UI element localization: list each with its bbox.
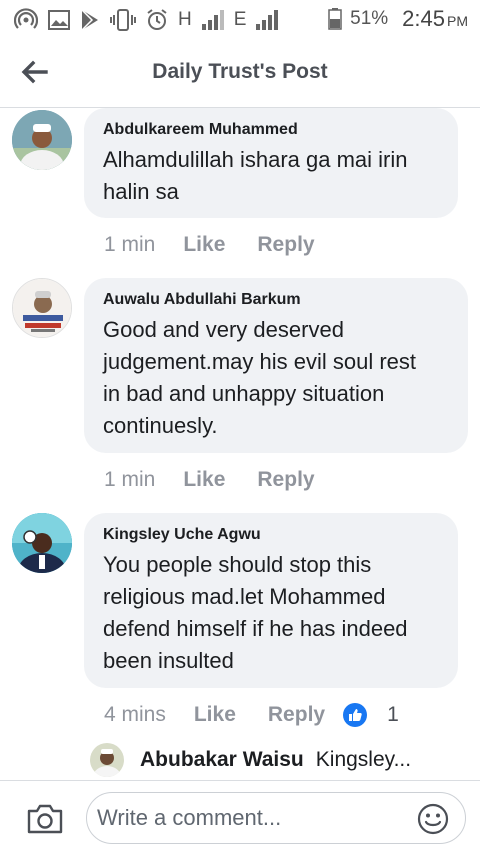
reply-button[interactable]: Reply: [257, 233, 314, 257]
comment-time: 1 min: [104, 233, 156, 256]
emoji-icon: [417, 803, 449, 835]
reply-button[interactable]: Reply: [257, 468, 314, 492]
comment-text-line: defend himself if he has indeed: [103, 616, 408, 641]
status-bar: H E 51% 2:45 PM: [0, 0, 480, 40]
play-store-icon: [81, 9, 98, 31]
status-icons: H E: [14, 8, 279, 32]
comment-bubble[interactable]: Kingsley Uche Agwu You people should sto…: [84, 513, 458, 688]
clock-time: 2:45: [402, 6, 445, 31]
comment-text-line: in bad and unhappy situation: [103, 381, 385, 406]
page-title: Daily Trust's Post: [152, 60, 328, 83]
battery-icon: [328, 8, 342, 30]
avatar[interactable]: [90, 743, 124, 777]
like-button[interactable]: Like: [183, 233, 225, 257]
comment-meta: 1 min Like Reply: [104, 465, 347, 495]
network-e-label: E: [233, 9, 247, 30]
comment-text-line: Alhamdulillah ishara ga mai irin: [103, 147, 408, 172]
comment-author[interactable]: Abdulkareem Muhammed: [103, 120, 440, 140]
avatar[interactable]: [12, 110, 72, 170]
comment-text-line: You people should stop this: [103, 552, 372, 577]
camera-button[interactable]: [26, 803, 64, 835]
comment-input[interactable]: [97, 801, 407, 835]
comment-bubble[interactable]: Abdulkareem Muhammed Alhamdulillah ishar…: [84, 108, 458, 218]
comments-list: Abdulkareem Muhammed Alhamdulillah ishar…: [0, 108, 480, 780]
comment-text-line: halin sa: [103, 179, 179, 204]
like-icon: [343, 703, 368, 727]
reaction-summary[interactable]: 1: [343, 703, 399, 727]
reply-author[interactable]: Abubakar Waisu: [140, 748, 304, 772]
comment-composer: [0, 780, 480, 854]
comment-input-box[interactable]: [86, 792, 466, 844]
comment-meta: 4 mins Like Reply 1: [104, 700, 399, 730]
reaction-count: 1: [387, 703, 399, 726]
comment-text-line: judgement.may his evil soul rest: [103, 349, 417, 374]
vibrate-icon: [110, 9, 136, 31]
comment-meta: 1 min Like Reply: [104, 230, 347, 260]
comment-text: Alhamdulillah ishara ga mai irin halin s…: [103, 144, 440, 208]
camera-icon: [27, 804, 63, 834]
comment-bubble[interactable]: Auwalu Abdullahi Barkum Good and very de…: [84, 278, 468, 453]
reply-snippet: Kingsley...: [315, 748, 412, 771]
signal-icon: [256, 10, 279, 30]
signal-icon: [201, 10, 224, 30]
reply-preview[interactable]: Abubakar Waisu Kingsley...: [90, 742, 411, 778]
reply-button[interactable]: Reply: [268, 703, 325, 727]
battery-percent: 51%: [350, 8, 389, 29]
network-h-label: H: [178, 9, 192, 30]
comment-time: 4 mins: [104, 703, 166, 726]
comment-time: 1 min: [104, 468, 156, 491]
comment-text: Good and very deserved judgement.may his…: [103, 314, 450, 442]
gallery-icon: [48, 10, 70, 30]
emoji-button[interactable]: [417, 803, 449, 835]
comment-text-line: Good and very deserved: [103, 317, 344, 342]
comment-text-line: continuesly.: [103, 413, 218, 438]
avatar[interactable]: [12, 513, 72, 573]
comment-text: You people should stop this religious ma…: [103, 549, 440, 677]
clock-ampm: PM: [447, 13, 468, 29]
alarm-icon: [147, 9, 167, 30]
like-button[interactable]: Like: [194, 703, 236, 727]
comment-author[interactable]: Kingsley Uche Agwu: [103, 525, 440, 545]
comment-text-line: been insulted: [103, 648, 234, 673]
comment-author[interactable]: Auwalu Abdullahi Barkum: [103, 290, 450, 310]
comment-text-line: religious mad.let Mohammed: [103, 584, 386, 609]
page-header: Daily Trust's Post: [0, 40, 480, 108]
status-right: 51% 2:45 PM: [328, 6, 468, 32]
avatar[interactable]: [12, 278, 72, 338]
like-button[interactable]: Like: [183, 468, 225, 492]
hotspot-icon: [14, 8, 38, 29]
